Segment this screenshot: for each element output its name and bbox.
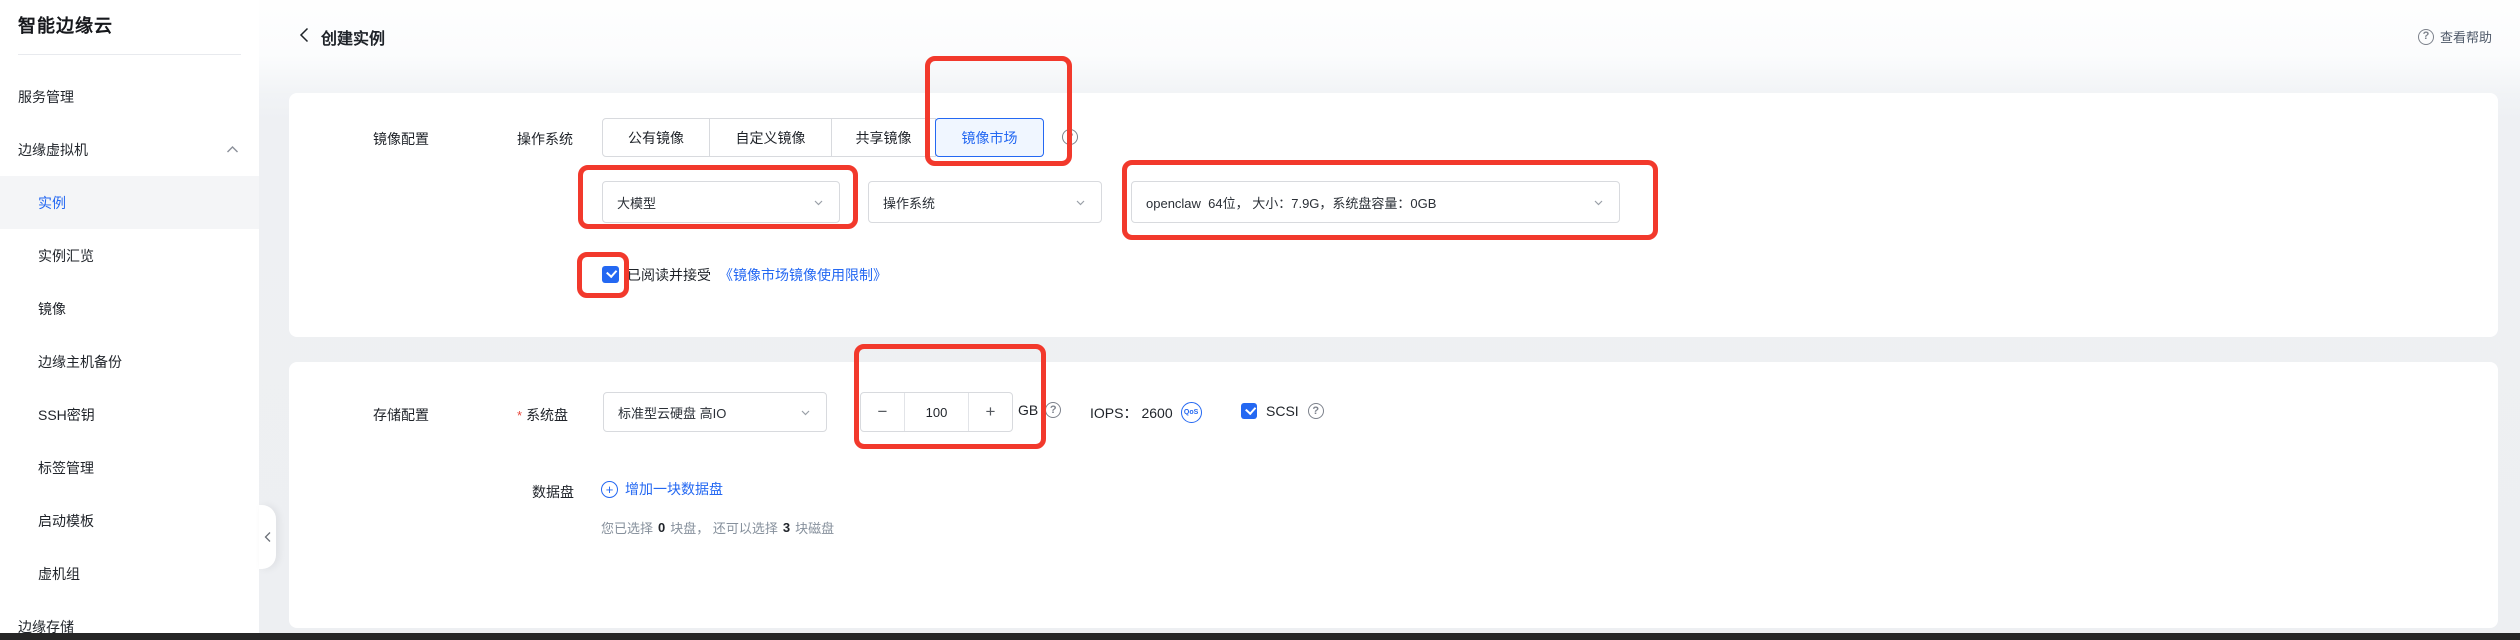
agreement-checkbox[interactable] [602, 266, 619, 283]
model-category-dropdown[interactable]: 大模型 [602, 181, 840, 223]
chevron-down-icon [1594, 200, 1603, 205]
screen-bottom-strip [0, 633, 2520, 640]
sidebar-subitem-label: 实例 [38, 194, 66, 211]
disk-selection-note: 您已选择 0 块盘， 还可以选择 3 块磁盘 [601, 518, 834, 537]
agreement-text: 已阅读并接受 [627, 266, 711, 283]
help-question-icon: ? [2417, 28, 2434, 45]
sidebar: 智能边缘云 服务管理 边缘虚拟机 实例 实例汇览 镜像 边缘主机备份 SSH密钥… [0, 0, 259, 640]
sidebar-item-label: 边缘虚拟机 [18, 141, 88, 158]
sidebar-subitem-image[interactable]: 镜像 [0, 282, 259, 335]
page-header: 创建实例 ? 查看帮助 [259, 0, 2520, 58]
sidebar-item-service-management[interactable]: 服务管理 [0, 70, 259, 123]
image-market-restriction-link[interactable]: 《镜像市场镜像使用限制》 [719, 265, 887, 285]
available-disk-count: 3 [782, 520, 791, 535]
selected-disk-count: 0 [658, 520, 666, 535]
disk-size-stepper: − + [860, 392, 1013, 432]
note-prefix: 您已选择 [601, 521, 654, 536]
tab-custom-image[interactable]: 自定义镜像 [709, 118, 832, 157]
sidebar-subitem-instance[interactable]: 实例 [0, 176, 259, 229]
tab-image-market[interactable]: 镜像市场 [935, 118, 1044, 157]
scsi-help-icon[interactable]: ? [1307, 403, 1324, 419]
sidebar-divider [18, 54, 241, 55]
sidebar-subitem-edge-host-backup[interactable]: 边缘主机备份 [0, 335, 259, 388]
qos-badge: QoS [1180, 402, 1202, 423]
sidebar-subitem-label: 实例汇览 [38, 247, 94, 264]
sidebar-item-edge-vm[interactable]: 边缘虚拟机 [0, 123, 259, 176]
sidebar-item-label: 服务管理 [18, 88, 74, 105]
add-data-disk-label: 增加一块数据盘 [625, 481, 723, 497]
scsi-label: SCSI [1266, 403, 1299, 419]
iops-value: 2600 [1141, 404, 1173, 421]
sidebar-subitem-vm-group[interactable]: 虚机组 [0, 547, 259, 600]
system-disk-label: * 系统盘 [517, 405, 568, 425]
operating-system-label: 操作系统 [517, 131, 573, 147]
page-title: 创建实例 [321, 31, 386, 48]
chevron-left-icon [264, 532, 271, 542]
sidebar-subitem-label: 镜像 [38, 300, 66, 317]
view-help-label: 查看帮助 [2439, 30, 2492, 45]
tab-shared-image[interactable]: 共享镜像 [831, 118, 936, 157]
sidebar-subitem-label: 启动模板 [38, 512, 94, 529]
image-config-card: 镜像配置 操作系统 公有镜像 自定义镜像 共享镜像 镜像市场 ? 大模型 操作系… [289, 93, 2498, 337]
image-source-tabs: 公有镜像 自定义镜像 共享镜像 镜像市场 [602, 118, 1044, 157]
image-market-help-icon[interactable]: ? [1062, 129, 1078, 145]
screen: 智能边缘云 服务管理 边缘虚拟机 实例 实例汇览 镜像 边缘主机备份 SSH密钥… [0, 0, 2520, 640]
size-unit-row: GB ? [1018, 402, 1062, 418]
chevron-up-icon [227, 146, 238, 153]
tab-label: 自定义镜像 [735, 129, 806, 146]
chevron-down-icon [801, 410, 810, 415]
agreement-row: 已阅读并接受 《镜像市场镜像使用限制》 [602, 265, 887, 284]
tab-label: 共享镜像 [855, 129, 912, 146]
data-disk-label: 数据盘 [532, 484, 574, 500]
tab-public-image[interactable]: 公有镜像 [602, 118, 710, 157]
note-suffix: 块磁盘 [795, 521, 835, 536]
image-select-dropdown[interactable]: openclaw 64位， 大小：7.9G，系统盘容量：0GB [1131, 181, 1620, 223]
app-title: 智能边缘云 [18, 16, 113, 36]
sidebar-subitem-instance-overview[interactable]: 实例汇览 [0, 229, 259, 282]
sidebar-nav: 服务管理 边缘虚拟机 实例 实例汇览 镜像 边缘主机备份 SSH密钥 标签管理 … [0, 70, 259, 640]
iops-row: IOPS： 2600 QoS [1090, 402, 1202, 423]
back-button[interactable] [299, 27, 313, 43]
sidebar-subitem-launch-template[interactable]: 启动模板 [0, 494, 259, 547]
storage-config-card: 存储配置 *系统盘 标准型云硬盘 高IO − + GB ? IOPS： 2600… [289, 362, 2498, 628]
image-config-section-label: 镜像配置 [373, 131, 429, 147]
dropdown-value: 操作系统 [883, 195, 936, 211]
add-data-disk-button[interactable]: + 增加一块数据盘 [601, 479, 723, 499]
dropdown-value: openclaw 64位， 大小：7.9G，系统盘容量：0GB [1146, 195, 1437, 211]
os-filter-dropdown[interactable]: 操作系统 [868, 181, 1102, 223]
chevron-down-icon [1076, 200, 1085, 205]
scsi-checkbox[interactable] [1241, 403, 1257, 419]
note-middle: 块盘， 还可以选择 [670, 521, 778, 536]
back-chevron-icon [299, 27, 309, 43]
sidebar-collapse-handle[interactable] [259, 505, 276, 569]
decrease-size-button[interactable]: − [861, 393, 905, 431]
sidebar-subitem-label: 边缘主机备份 [38, 353, 122, 370]
sidebar-subitem-tag-management[interactable]: 标签管理 [0, 441, 259, 494]
sidebar-subitem-label: 标签管理 [38, 459, 94, 476]
sidebar-subitem-ssh-key[interactable]: SSH密钥 [0, 388, 259, 441]
sidebar-subitem-label: SSH密钥 [38, 406, 95, 423]
chevron-down-icon [814, 200, 823, 205]
required-marker: * [517, 408, 523, 423]
disk-size-input[interactable] [905, 393, 968, 431]
dropdown-value: 大模型 [617, 195, 657, 211]
increase-size-button[interactable]: + [968, 393, 1012, 431]
system-disk-label-text: 系统盘 [526, 407, 569, 423]
disk-size-help-icon[interactable]: ? [1045, 402, 1062, 418]
sidebar-subitem-label: 虚机组 [38, 565, 80, 582]
tab-label: 公有镜像 [628, 129, 684, 146]
tab-label: 镜像市场 [961, 129, 1018, 146]
iops-label: IOPS： [1090, 404, 1138, 421]
disk-type-dropdown[interactable]: 标准型云硬盘 高IO [603, 392, 827, 432]
main-content: 创建实例 ? 查看帮助 镜像配置 操作系统 公有镜像 自定义镜像 共享镜像 镜像… [259, 0, 2520, 640]
view-help-button[interactable]: ? 查看帮助 [2417, 27, 2492, 46]
size-unit-label: GB [1018, 402, 1039, 418]
scsi-row: SCSI ? [1241, 403, 1324, 419]
plus-circle-icon: + [601, 480, 618, 498]
storage-config-section-label: 存储配置 [373, 407, 429, 423]
dropdown-value: 标准型云硬盘 高IO [618, 405, 727, 421]
